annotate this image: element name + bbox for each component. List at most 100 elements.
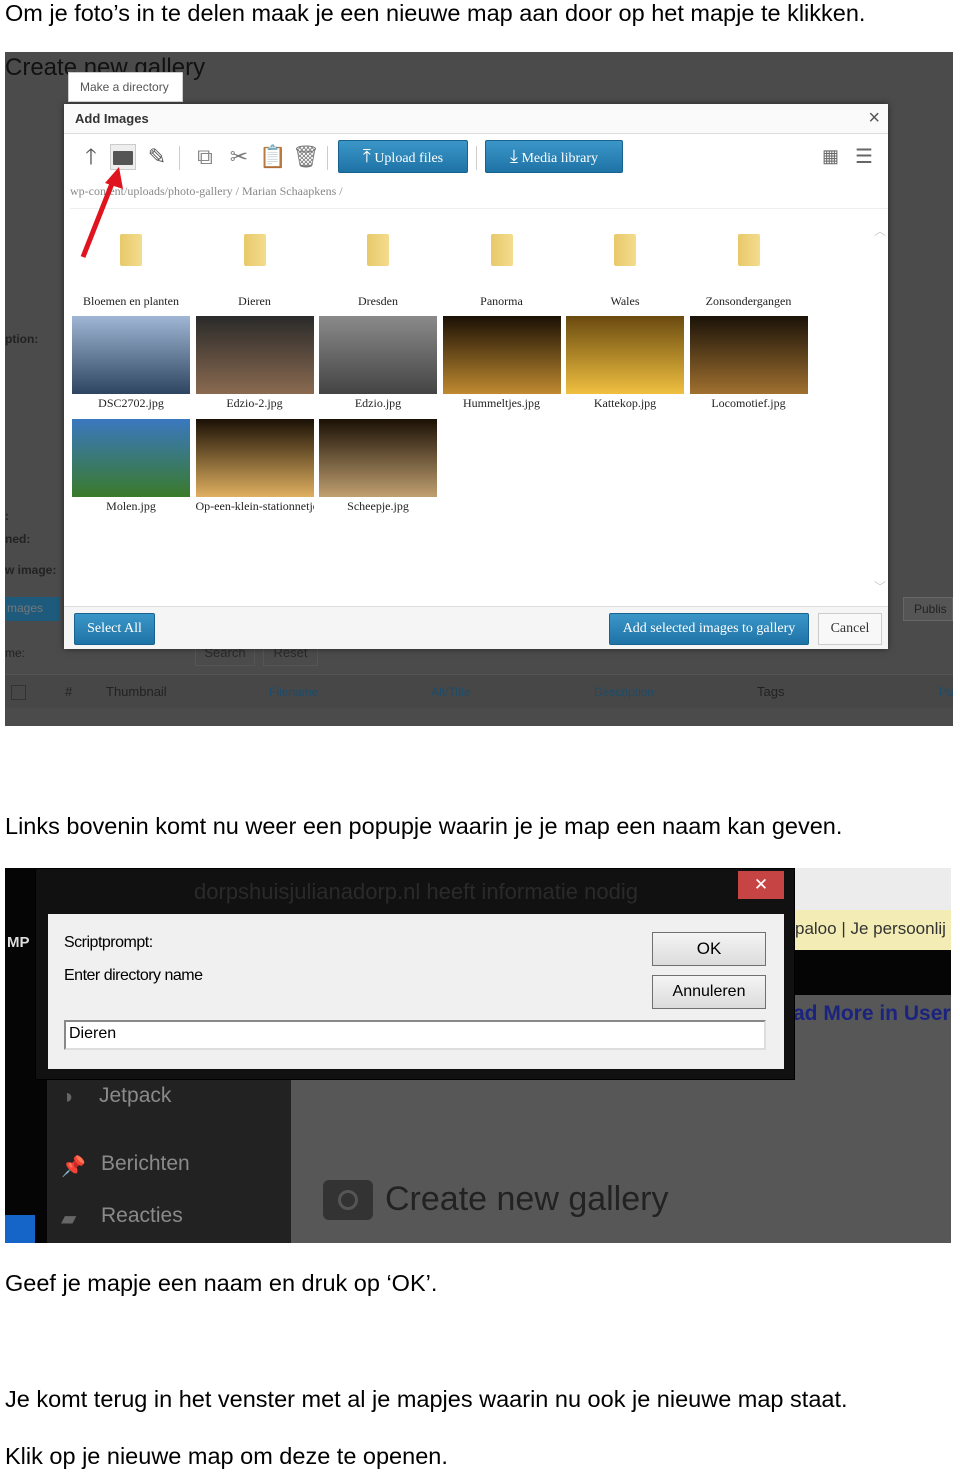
- image-label: Scheepje.jpg: [347, 499, 409, 513]
- instruction-4: Je komt terug in het venster met al je m…: [5, 1386, 848, 1412]
- download-icon: ⤓: [509, 146, 518, 166]
- folder-label: Dresden: [358, 294, 398, 308]
- bg-label: :: [5, 509, 9, 523]
- image-item[interactable]: Hummeltjes.jpg: [442, 316, 561, 412]
- image-label: Molen.jpg: [106, 499, 156, 513]
- image-thumbnail: [195, 316, 314, 394]
- add-images-dialog: Add Images × 🡑 ✎ ⧉ ✂ 📋 🗑 ⤒ Upload files …: [64, 104, 888, 649]
- instruction-3: Geef je mapje een naam en druk op ‘OK’.: [5, 1270, 438, 1296]
- col-alt-title[interactable]: Alt/Title: [431, 685, 471, 699]
- copy-icon[interactable]: ⧉: [192, 144, 218, 170]
- bg-label: ned:: [5, 532, 31, 546]
- prompt-window: dorpshuisjulianadorp.nl heeft informatie…: [35, 868, 795, 1080]
- red-arrow-icon: [80, 167, 123, 258]
- images-button[interactable]: mages: [5, 597, 60, 621]
- cancel-button[interactable]: Cancel: [818, 613, 882, 645]
- dialog-footer: Select All Add selected images to galler…: [64, 606, 888, 649]
- col-thumbnail: Thumbnail: [106, 684, 167, 699]
- camera-icon: [323, 1180, 373, 1220]
- comment-icon: ▰: [61, 1208, 77, 1230]
- image-item[interactable]: Edzio-2.jpg: [195, 316, 314, 412]
- upload-label: Upload files: [374, 151, 444, 166]
- scroll-down-icon[interactable]: ﹀: [874, 578, 886, 595]
- edit-icon[interactable]: ✎: [144, 144, 170, 170]
- paste-icon[interactable]: 📋: [259, 144, 286, 170]
- page-title: Create new gallery: [385, 1180, 669, 1218]
- close-icon[interactable]: ×: [868, 107, 880, 130]
- image-thumbnail: [689, 316, 808, 394]
- media-label: Media library: [521, 151, 599, 166]
- read-more-link[interactable]: ad More in User: [793, 1002, 951, 1026]
- browser-tab-fragment[interactable]: paloo | Je persoonlij: [795, 910, 951, 950]
- image-item[interactable]: Op-een-klein-stationnetje.jpg: [195, 419, 314, 515]
- image-thumbnail: [72, 316, 190, 394]
- dialog-title: Add Images: [75, 111, 149, 126]
- bg-label: ption:: [5, 332, 39, 346]
- folder-item[interactable]: Zonsondergangen: [690, 234, 808, 309]
- admin-sidebar: ◑ Jetpack 📌 Berichten ▰ Reacties: [47, 1080, 291, 1243]
- image-thumbnail: [442, 316, 561, 394]
- image-thumbnail: [566, 316, 684, 394]
- image-label: Edzio-2.jpg: [226, 396, 283, 410]
- col-description[interactable]: Description: [594, 685, 654, 699]
- breadcrumb[interactable]: wp-content/uploads/photo-gallery / Maria…: [70, 184, 888, 209]
- prompt-title: dorpshuisjulianadorp.nl heeft informatie…: [194, 879, 638, 904]
- folder-icon: [243, 234, 266, 266]
- list-view-icon[interactable]: ☰: [855, 144, 873, 169]
- select-all-button[interactable]: Select All: [74, 613, 155, 645]
- dialog-header: Add Images ×: [64, 104, 888, 134]
- prompt-body: Scriptprompt: Enter directory name OK An…: [48, 914, 784, 1069]
- folder-label: Zonsondergangen: [705, 294, 792, 308]
- directory-name-input[interactable]: Dieren: [64, 1020, 766, 1050]
- jetpack-icon: ◑: [61, 1086, 74, 1108]
- pin-icon: 📌: [61, 1156, 86, 1178]
- grid-view-icon[interactable]: ▦: [822, 146, 839, 167]
- instruction-2: Links bovenin komt nu weer een popupje w…: [5, 813, 843, 839]
- image-item[interactable]: Molen.jpg: [72, 419, 190, 515]
- close-button[interactable]: ✕: [738, 871, 784, 899]
- tooltip: Make a directory: [68, 72, 183, 102]
- folder-label: Panorma: [480, 294, 523, 308]
- bg-label: w image:: [5, 563, 57, 577]
- sidebar-item-jetpack[interactable]: Jetpack: [99, 1084, 171, 1108]
- cut-icon[interactable]: ✂: [226, 144, 252, 170]
- image-thumbnail: [72, 419, 190, 497]
- sidebar-item-berichten[interactable]: Berichten: [101, 1152, 190, 1176]
- image-item[interactable]: Locomotief.jpg: [689, 316, 808, 412]
- image-item[interactable]: Scheepje.jpg: [319, 419, 437, 515]
- folder-item[interactable]: Dieren: [196, 234, 314, 309]
- upload-files-button[interactable]: ⤒ Upload files: [338, 140, 468, 173]
- add-selected-button[interactable]: Add selected images to gallery: [609, 613, 809, 645]
- table-header: # Thumbnail Filename Alt/Title Descripti…: [5, 674, 953, 708]
- image-thumbnail: [319, 419, 437, 497]
- select-all-checkbox[interactable]: [11, 685, 26, 700]
- folder-icon: [367, 234, 389, 266]
- image-label: Op-een-klein-stationnetje.jpg: [195, 499, 314, 513]
- annuleren-button[interactable]: Annuleren: [652, 975, 766, 1009]
- image-item[interactable]: Edzio.jpg: [319, 316, 437, 412]
- image-label: Kattekop.jpg: [593, 396, 657, 410]
- folder-item[interactable]: Dresden: [319, 234, 437, 309]
- image-item[interactable]: DSC2702.jpg: [72, 316, 190, 412]
- col-number: #: [65, 684, 73, 699]
- scroll-up-icon[interactable]: ︿: [874, 222, 886, 239]
- trash-icon[interactable]: 🗑: [292, 144, 320, 170]
- folder-icon: [490, 234, 513, 266]
- folder-label: Wales: [610, 294, 640, 308]
- col-tags: Tags: [757, 684, 785, 699]
- folder-label: Dieren: [238, 294, 271, 308]
- media-library-button[interactable]: ⤓ Media library: [485, 140, 623, 173]
- prompt-label: Scriptprompt:: [64, 934, 153, 951]
- ok-button[interactable]: OK: [652, 932, 766, 966]
- image-item[interactable]: Kattekop.jpg: [566, 316, 684, 412]
- folder-item[interactable]: Panorma: [443, 234, 561, 309]
- folder-item[interactable]: Wales: [566, 234, 684, 309]
- col-filename[interactable]: Filename: [269, 685, 318, 699]
- file-grid: Bloemen en planten Dieren Dresden Panorma Wa…: [64, 210, 874, 605]
- publish-button[interactable]: Publis: [903, 597, 953, 621]
- folder-label: Bloemen en planten: [83, 294, 179, 308]
- instruction-1: Om je foto’s in te delen maak je een nie…: [5, 0, 866, 26]
- col-published[interactable]: Pu: [939, 685, 953, 699]
- image-label: Locomotief.jpg: [711, 396, 786, 410]
- sidebar-item-reacties[interactable]: Reacties: [101, 1204, 183, 1228]
